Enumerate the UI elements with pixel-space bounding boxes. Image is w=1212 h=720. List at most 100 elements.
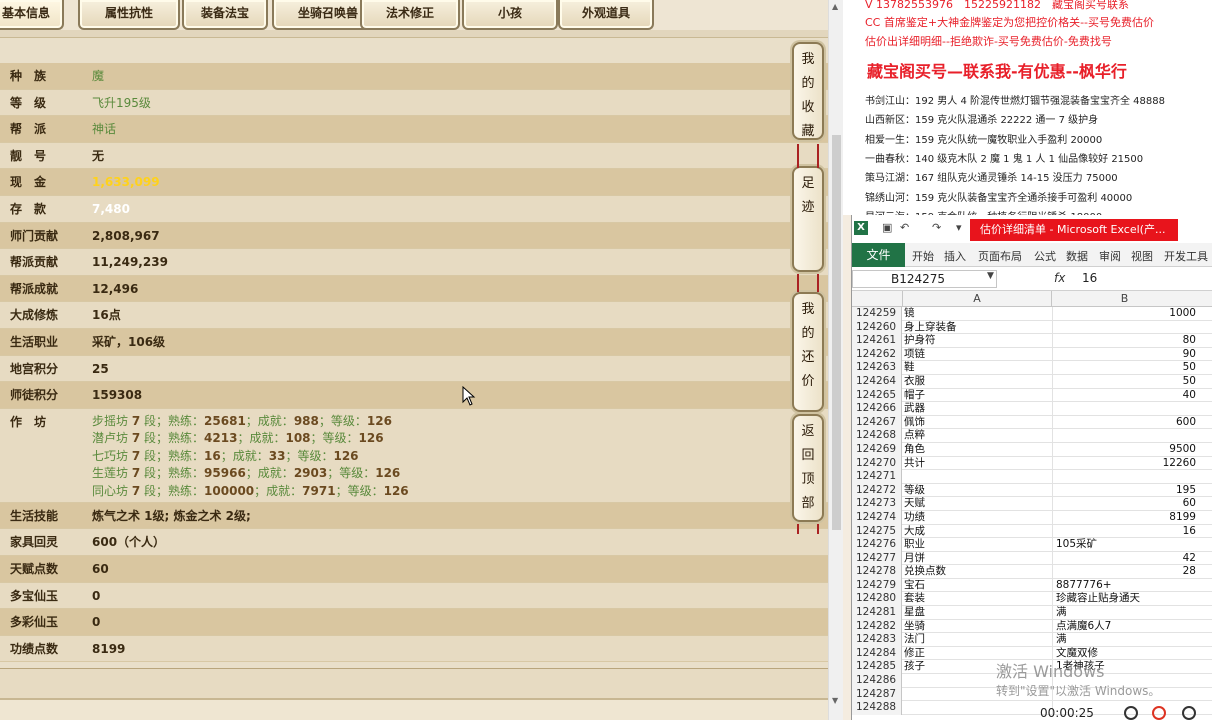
column-header-b[interactable]: B [1052,291,1197,306]
side-button-my-offers[interactable]: 我的还价 [792,292,824,412]
cell-a[interactable]: 套装 [904,592,925,605]
row-number[interactable]: 124271 [852,470,902,484]
row-number[interactable]: 124272 [852,483,902,498]
column-header-a[interactable]: A [902,291,1052,306]
row-number[interactable]: 124286 [852,674,902,688]
tab-1[interactable]: 属性抗性 [78,0,180,30]
tab-5[interactable]: 小孩 [462,0,558,30]
scroll-down-icon[interactable]: ▼ [832,696,838,705]
stop-record-icon[interactable] [1152,706,1166,720]
cell-a[interactable]: 身上穿装备 [904,321,957,334]
row-number[interactable]: 124280 [852,592,902,607]
camera-icon[interactable] [1182,706,1196,720]
cell-a[interactable]: 帽子 [904,389,925,402]
redo-icon[interactable]: ↷ [932,221,941,234]
row-number[interactable]: 124269 [852,442,902,457]
ribbon-tab-5[interactable]: 数据 [1066,248,1088,264]
cell-b[interactable] [1052,402,1200,416]
cell-b[interactable]: 满 [1052,633,1200,647]
fx-icon[interactable]: fx [1054,271,1065,285]
cell-b[interactable]: 50 [1052,374,1200,389]
cell-a[interactable]: 衣服 [904,375,925,388]
cell-b[interactable]: 8199 [1052,510,1200,525]
cell-b[interactable]: 90 [1052,347,1200,362]
cell-b[interactable]: 珍藏容止贴身通天 [1052,592,1200,607]
row-number[interactable]: 124263 [852,361,902,375]
cell-a[interactable]: 项链 [904,348,925,361]
row-number[interactable]: 124287 [852,687,902,702]
cell-b[interactable]: 8877776+ [1052,578,1200,593]
ribbon-tab-0[interactable]: 文件 [852,243,905,267]
ribbon-tab-3[interactable]: 页面布局 [978,248,1022,264]
quick-access-dropdown-icon[interactable]: ▾ [956,221,962,234]
cell-a[interactable]: 宝石 [904,579,925,592]
pause-icon[interactable] [1124,706,1138,720]
side-button-favorites[interactable]: 我的收藏 [792,42,824,140]
row-number[interactable]: 124260 [852,320,902,335]
cell-a[interactable]: 共计 [904,457,925,470]
side-button-back-to-top[interactable]: 返回顶部 [792,414,824,522]
cell-a[interactable]: 护身符 [904,334,936,347]
formula-input[interactable]: 16 [1082,271,1097,285]
row-number[interactable]: 124262 [852,347,902,362]
ribbon-tab-7[interactable]: 视图 [1131,248,1153,264]
cell-b[interactable]: 9500 [1052,442,1200,457]
ribbon-tab-1[interactable]: 开始 [912,248,934,264]
row-number[interactable]: 124274 [852,510,902,525]
cell-a[interactable]: 法门 [904,633,925,646]
cell-b[interactable]: 80 [1052,334,1200,348]
row-number[interactable]: 124267 [852,415,902,430]
row-number[interactable]: 124278 [852,565,902,579]
cell-a[interactable]: 修正 [904,647,925,660]
cell-b[interactable] [1052,429,1200,443]
cell-a[interactable]: 大成 [904,525,925,538]
name-box-dropdown-icon[interactable]: ▼ [987,271,994,281]
tab-2[interactable]: 装备法宝 [182,0,268,30]
cell-b[interactable] [1052,320,1200,335]
row-number[interactable]: 124282 [852,619,902,634]
row-number[interactable]: 124281 [852,606,902,620]
cell-b[interactable]: 16 [1052,524,1200,539]
row-number[interactable]: 124265 [852,388,902,403]
row-number[interactable]: 124266 [852,402,902,416]
cell-b[interactable]: 195 [1052,483,1200,498]
ribbon-tab-4[interactable]: 公式 [1034,248,1056,264]
cell-b[interactable]: 1000 [1052,307,1200,321]
ribbon-tab-2[interactable]: 插入 [944,248,966,264]
row-number[interactable]: 124261 [852,334,902,348]
cell-a[interactable]: 等级 [904,484,925,497]
tab-4[interactable]: 法术修正 [360,0,460,30]
cell-b[interactable]: 105采矿 [1052,538,1200,552]
cell-b[interactable]: 42 [1052,551,1200,566]
row-number[interactable]: 124273 [852,497,902,511]
cell-b[interactable] [1052,470,1200,484]
cell-a[interactable]: 月饼 [904,552,925,565]
vertical-scrollbar[interactable]: ▲ ▼ [828,0,843,720]
row-number[interactable]: 124264 [852,374,902,389]
cell-b[interactable]: 点满魔6人7 [1052,619,1200,634]
cell-a[interactable]: 坐骑 [904,620,925,633]
cell-b[interactable]: 40 [1052,388,1200,403]
undo-icon[interactable]: ↶ [900,221,909,234]
cell-b[interactable]: 12260 [1052,456,1200,471]
row-number[interactable]: 124276 [852,538,902,552]
scroll-up-icon[interactable]: ▲ [832,2,838,11]
cell-a[interactable]: 兑换点数 [904,565,946,578]
cell-b[interactable]: 满 [1052,606,1200,620]
tab-6[interactable]: 外观道具 [558,0,654,30]
cell-b[interactable]: 50 [1052,361,1200,375]
row-number[interactable]: 124259 [852,307,902,321]
row-number[interactable]: 124277 [852,551,902,566]
row-number[interactable]: 124288 [852,701,902,715]
cell-a[interactable]: 天赋 [904,497,925,510]
cell-a[interactable]: 角色 [904,443,925,456]
ribbon-tab-6[interactable]: 审阅 [1099,248,1121,264]
name-box[interactable]: B124275 [852,270,997,288]
cell-b[interactable]: 28 [1052,565,1200,579]
cell-a[interactable]: 职业 [904,538,925,551]
tab-0[interactable]: 基本信息 [0,0,64,30]
ribbon-tab-8[interactable]: 开发工具 [1164,248,1208,264]
side-button-footprints[interactable]: 足迹 [792,166,824,272]
cell-a[interactable]: 武器 [904,402,925,415]
cell-a[interactable]: 点粹 [904,429,925,442]
